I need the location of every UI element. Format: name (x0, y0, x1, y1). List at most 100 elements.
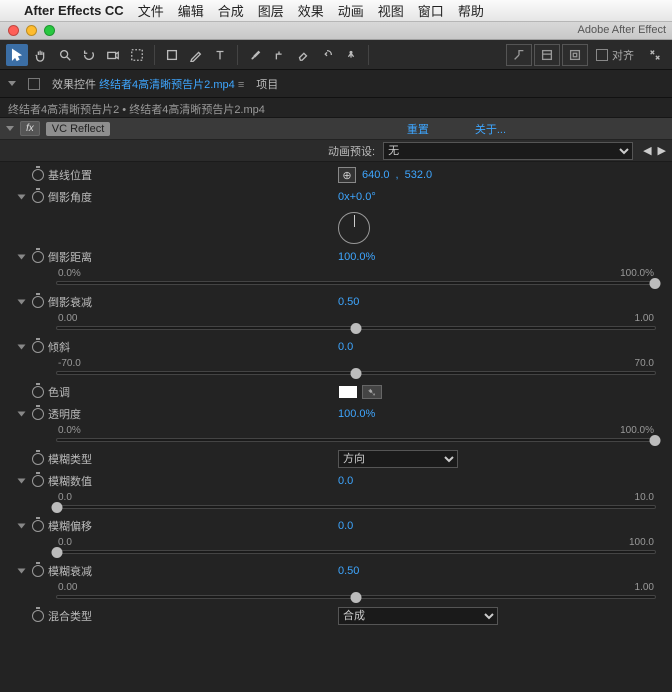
menu-view[interactable]: 视图 (378, 1, 404, 20)
menu-file[interactable]: 文件 (138, 1, 164, 20)
slider-thumb[interactable] (650, 278, 661, 289)
slider-blur-amount[interactable]: 0.010.0 (0, 492, 672, 515)
clone-tool-icon[interactable] (268, 44, 290, 66)
snap-toggle[interactable]: 对齐 (596, 47, 634, 63)
menu-help[interactable]: 帮助 (458, 1, 484, 20)
anchor-tool-icon[interactable] (126, 44, 148, 66)
selection-tool-icon[interactable] (6, 44, 28, 66)
tab-project[interactable]: 项目 (256, 76, 278, 92)
rotate-tool-icon[interactable] (78, 44, 100, 66)
tab-effect-controls[interactable]: 效果控件 终结者4高清晰预告片2.mp4 ≡ (52, 76, 244, 92)
tools-toolbar: 对齐 (0, 40, 672, 70)
slider-skew[interactable]: -70.070.0 (0, 358, 672, 381)
roto-tool-icon[interactable] (316, 44, 338, 66)
param-value-y[interactable]: 532.0 (405, 169, 433, 181)
eyedropper-icon[interactable]: ➷ (362, 385, 382, 399)
workspace-button[interactable] (562, 44, 588, 66)
slider-thumb[interactable] (351, 323, 362, 334)
breadcrumb: 终结者4高清晰预告片2 • 终结者4高清晰预告片2.mp4 (0, 98, 672, 118)
param-value-x[interactable]: 640.0 (362, 169, 390, 181)
slider-distance[interactable]: 0.0%100.0% (0, 268, 672, 291)
menu-edit[interactable]: 编辑 (178, 1, 204, 20)
twirl-icon[interactable] (18, 479, 26, 484)
stopwatch-icon[interactable] (32, 296, 44, 308)
twirl-icon[interactable] (18, 345, 26, 350)
workspace-button[interactable] (534, 44, 560, 66)
toolbar-separator (154, 45, 155, 65)
menu-comp[interactable]: 合成 (218, 1, 244, 20)
stopwatch-icon[interactable] (32, 386, 44, 398)
slider-falloff[interactable]: 0.001.00 (0, 313, 672, 336)
color-swatch[interactable] (338, 385, 358, 399)
blend-mode-select[interactable]: 合成 (338, 607, 498, 625)
preset-select[interactable]: 无 (383, 142, 633, 160)
param-value[interactable]: 0.50 (338, 565, 359, 577)
panel-lock-icon[interactable] (28, 78, 40, 90)
search-icon[interactable] (644, 44, 666, 66)
slider-thumb[interactable] (52, 547, 63, 558)
type-tool-icon[interactable] (209, 44, 231, 66)
menu-anim[interactable]: 动画 (338, 1, 364, 20)
stopwatch-icon[interactable] (32, 520, 44, 532)
slider-blur-falloff[interactable]: 0.001.00 (0, 582, 672, 605)
menu-window[interactable]: 窗口 (418, 1, 444, 20)
puppet-tool-icon[interactable] (340, 44, 362, 66)
param-value[interactable]: 0x+0.0° (338, 191, 376, 203)
eraser-tool-icon[interactable] (292, 44, 314, 66)
preset-prev-icon[interactable]: ◀ (643, 144, 651, 157)
stopwatch-icon[interactable] (32, 169, 44, 181)
slider-blur-offset[interactable]: 0.0100.0 (0, 537, 672, 560)
brush-tool-icon[interactable] (244, 44, 266, 66)
param-value[interactable]: 0.0 (338, 520, 353, 532)
slider-opacity[interactable]: 0.0%100.0% (0, 425, 672, 448)
param-value[interactable]: 0.50 (338, 296, 359, 308)
stopwatch-icon[interactable] (32, 610, 44, 622)
slider-thumb[interactable] (52, 502, 63, 513)
twirl-icon[interactable] (18, 300, 26, 305)
crosshair-icon[interactable]: ⊕ (338, 167, 356, 183)
panel-collapse-icon[interactable] (8, 81, 16, 86)
effect-collapse-icon[interactable] (6, 126, 14, 131)
menu-layer[interactable]: 图层 (258, 1, 284, 20)
twirl-icon[interactable] (18, 195, 26, 200)
angle-dial[interactable] (338, 212, 370, 244)
param-value[interactable]: 0.0 (338, 341, 353, 353)
zoom-tool-icon[interactable] (54, 44, 76, 66)
reset-link[interactable]: 重置 (407, 121, 429, 137)
app-menu[interactable]: After Effects CC (24, 3, 124, 18)
stopwatch-icon[interactable] (32, 565, 44, 577)
fx-toggle[interactable]: fx (20, 121, 40, 136)
twirl-icon[interactable] (18, 412, 26, 417)
pen-tool-icon[interactable] (185, 44, 207, 66)
effect-name[interactable]: VC Reflect (46, 122, 111, 136)
slider-thumb[interactable] (351, 368, 362, 379)
snap-label: 对齐 (612, 47, 634, 63)
twirl-icon[interactable] (18, 569, 26, 574)
workspace-button[interactable] (506, 44, 532, 66)
twirl-icon[interactable] (18, 255, 26, 260)
stopwatch-icon[interactable] (32, 341, 44, 353)
close-icon[interactable] (8, 25, 19, 36)
param-value[interactable]: 100.0% (338, 408, 375, 420)
rectangle-tool-icon[interactable] (161, 44, 183, 66)
param-value[interactable]: 0.0 (338, 475, 353, 487)
stopwatch-icon[interactable] (32, 408, 44, 420)
minimize-icon[interactable] (26, 25, 37, 36)
preset-next-icon[interactable]: ▶ (658, 144, 666, 157)
checkbox-icon[interactable] (596, 49, 608, 61)
param-value[interactable]: 100.0% (338, 251, 375, 263)
blur-type-select[interactable]: 方向 (338, 450, 458, 468)
camera-tool-icon[interactable] (102, 44, 124, 66)
tab-menu-icon[interactable]: ≡ (238, 79, 244, 91)
stopwatch-icon[interactable] (32, 251, 44, 263)
twirl-icon[interactable] (18, 524, 26, 529)
menu-effect[interactable]: 效果 (298, 1, 324, 20)
stopwatch-icon[interactable] (32, 191, 44, 203)
hand-tool-icon[interactable] (30, 44, 52, 66)
zoom-icon[interactable] (44, 25, 55, 36)
stopwatch-icon[interactable] (32, 453, 44, 465)
stopwatch-icon[interactable] (32, 475, 44, 487)
slider-thumb[interactable] (351, 592, 362, 603)
about-link[interactable]: 关于... (475, 121, 506, 137)
slider-thumb[interactable] (650, 435, 661, 446)
